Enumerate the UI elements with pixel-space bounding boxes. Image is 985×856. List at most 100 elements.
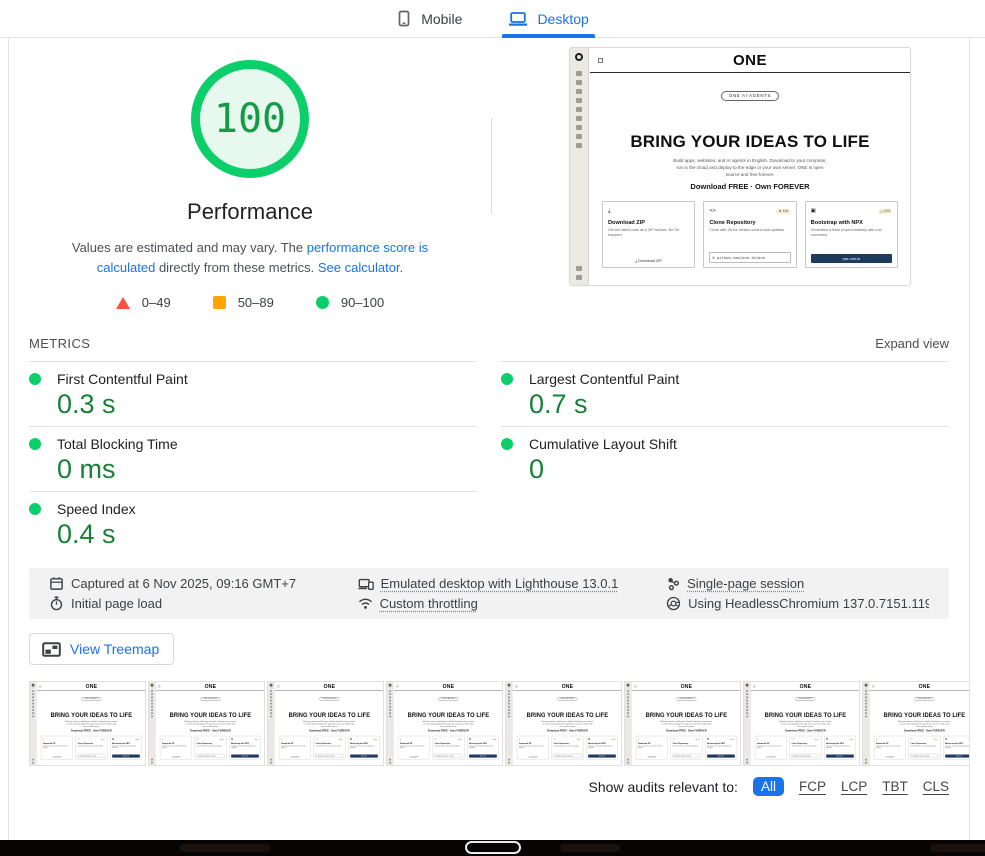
- filmstrip-frame: ONE ONE AI AGENTS BRING YOUR IDEAS TO LI…: [148, 681, 265, 766]
- preview-sidebar-icon: [32, 759, 34, 761]
- preview-sidebar-icon: [389, 709, 391, 711]
- chromium-version[interactable]: Using HeadlessChromium 137.0.7151.119 wi…: [666, 596, 929, 611]
- pass-circle-icon: [316, 296, 329, 309]
- section-divider: [491, 118, 492, 214]
- metric-lcp: Largest Contentful Paint 0.7 s: [501, 361, 949, 426]
- preview-card-clone-repo: <> ★ 161 Clone Repository Clone with Git…: [670, 736, 702, 760]
- terminal-icon: ▣: [811, 208, 816, 214]
- see-calculator-link[interactable]: See calculator: [318, 260, 400, 275]
- tab-desktop[interactable]: Desktop: [502, 0, 594, 37]
- preview-sidebar-icon: [627, 709, 629, 711]
- code-icon: <>: [78, 738, 80, 740]
- page-screenshot-preview: ONE ONE AI AGENTS BRING YOUR IDEAS TO LI…: [863, 682, 970, 765]
- signal-icon: [358, 597, 373, 610]
- preview-badge: ONE AI AGENTS: [721, 91, 779, 101]
- preview-sidebar-icon: [627, 693, 629, 695]
- stars-badge: ★ 161: [338, 738, 343, 740]
- preview-card-bootstrap-npx: ▣ △ 224 Bootstrap with NPX Generates a f…: [348, 736, 380, 760]
- preview-sidebar-icon: [508, 709, 510, 711]
- preview-sidebar-icon: [508, 703, 510, 705]
- expand-view-button[interactable]: Expand view: [875, 336, 949, 351]
- preview-sidebar-icon: [32, 715, 34, 717]
- legend-pass: 90–100: [316, 295, 384, 310]
- preview-card-download-zip: ⤓ Download ZIP Get the latest code as a …: [279, 736, 311, 760]
- preview-sidebar: [387, 682, 393, 765]
- pass-dot-icon: [501, 438, 513, 450]
- final-screenshot-thumbnail[interactable]: ONE ONE AI AGENTS BRING YOUR IDEAS TO LI…: [569, 47, 911, 286]
- terminal-icon: ▣: [945, 738, 947, 740]
- download-icon: ⤓: [400, 738, 401, 740]
- preview-sidebar-icon: [865, 706, 867, 708]
- preview-sidebar-icon: [865, 700, 867, 702]
- filmstrip-frame: ONE ONE AI AGENTS BRING YOUR IDEAS TO LI…: [267, 681, 384, 766]
- stars-badge: ★ 161: [776, 209, 790, 214]
- preview-sidebar-icon: [865, 712, 867, 714]
- preview-sidebar: [744, 682, 750, 765]
- preview-sidebar-icon: [627, 759, 629, 761]
- preview-subtext: Build apps, websites, and AI agents in E…: [394, 720, 503, 727]
- nodes-icon: [666, 576, 680, 591]
- preview-sidebar-icon: [746, 712, 748, 714]
- preview-sidebar-icon: [151, 709, 153, 711]
- preview-heading: BRING YOUR IDEAS TO LIFE: [751, 712, 860, 719]
- preview-sidebar-icon: [389, 690, 391, 692]
- preview-sidebar: [149, 682, 155, 765]
- preview-sidebar-icon: [746, 706, 748, 708]
- runs-badge: △ 224: [968, 738, 970, 740]
- preview-sidebar: [625, 682, 631, 765]
- preview-badge: ONE AI AGENTS: [319, 697, 339, 701]
- tab-mobile[interactable]: Mobile: [390, 0, 468, 37]
- preview-heading: BRING YOUR IDEAS TO LIFE: [275, 712, 384, 719]
- filter-chip-all[interactable]: All: [753, 777, 784, 796]
- preview-sidebar-icon: [627, 703, 629, 705]
- metrics-heading: METRICS: [29, 336, 90, 351]
- preview-sidebar-logo-icon: [270, 684, 273, 687]
- emulated-device[interactable]: Emulated desktop with Lighthouse 13.0.1: [358, 576, 667, 591]
- preview-card-download-zip: ⤓ Download ZIP Get the latest code as a …: [755, 736, 787, 760]
- filmstrip-frame: ONE ONE AI AGENTS BRING YOUR IDEAS TO LI…: [29, 681, 146, 766]
- preview-sidebar-icon: [746, 696, 748, 698]
- filter-chip-tbt[interactable]: TBT: [882, 779, 908, 794]
- preview-sidebar-icon: [746, 715, 748, 717]
- preview-sidebar-icon: [389, 703, 391, 705]
- preview-tagline: Download FREE · Own FOREVER: [590, 182, 910, 191]
- filter-chip-cls[interactable]: CLS: [923, 779, 949, 794]
- preview-sidebar-icon: [508, 693, 510, 695]
- stars-badge: ★ 161: [695, 738, 700, 740]
- preview-sidebar-icon: [508, 715, 510, 717]
- filter-chip-lcp[interactable]: LCP: [841, 779, 867, 794]
- audit-filter-bar: Show audits relevant to: All FCP LCP TBT…: [29, 777, 949, 796]
- preview-subtext: Build apps, websites, and AI agents in E…: [632, 720, 741, 727]
- page-screenshot-preview: ONE ONE AI AGENTS BRING YOUR IDEAS TO LI…: [570, 48, 910, 285]
- preview-sidebar-icon: [389, 759, 391, 761]
- download-icon: ⤓: [608, 208, 610, 215]
- preview-card-download-zip: ⤓ Download ZIP Get the latest code as a …: [636, 736, 668, 760]
- session-type[interactable]: Single-page session: [666, 576, 929, 591]
- filter-chip-fcp[interactable]: FCP: [799, 779, 826, 794]
- preview-card-bootstrap-npx: ▣ △ 224 Bootstrap with NPX Generates a f…: [229, 736, 261, 760]
- code-icon: <>: [554, 738, 556, 740]
- preview-subtext: Build apps, websites, and AI agents in E…: [870, 720, 970, 727]
- preview-sidebar-icon: [746, 690, 748, 692]
- preview-heading: BRING YOUR IDEAS TO LIFE: [590, 132, 910, 152]
- stars-badge: ★ 161: [814, 738, 819, 740]
- runs-badge: △ 224: [849, 738, 854, 740]
- performance-score-gauge[interactable]: 100: [191, 60, 309, 178]
- preview-sidebar-icon: [32, 690, 34, 692]
- device-tabs: Mobile Desktop: [0, 0, 985, 38]
- preview-sidebar-icon: [32, 706, 34, 708]
- throttling-setting[interactable]: Custom throttling: [358, 596, 667, 611]
- preview-card-download-zip: ⤓ Download ZIP Get the latest code as a …: [874, 736, 906, 760]
- preview-sidebar-icon: [865, 762, 867, 764]
- preview-tagline: Download FREE · Own FOREVER: [156, 729, 265, 732]
- preview-sidebar: [268, 682, 274, 765]
- download-icon: ⤓: [281, 738, 282, 740]
- preview-sidebar-icon: [151, 715, 153, 717]
- preview-tagline: Download FREE · Own FOREVER: [751, 729, 860, 732]
- view-treemap-button[interactable]: View Treemap: [29, 633, 174, 665]
- preview-card-clone-repo: <> ★ 161 Clone Repository Clone with Git…: [703, 201, 796, 268]
- preview-card-clone-repo: <> ★ 161 Clone Repository Clone with Git…: [551, 736, 583, 760]
- preview-sidebar-logo-icon: [865, 684, 868, 687]
- preview-sidebar-icon: [508, 706, 510, 708]
- preview-badge: ONE AI AGENTS: [795, 697, 815, 701]
